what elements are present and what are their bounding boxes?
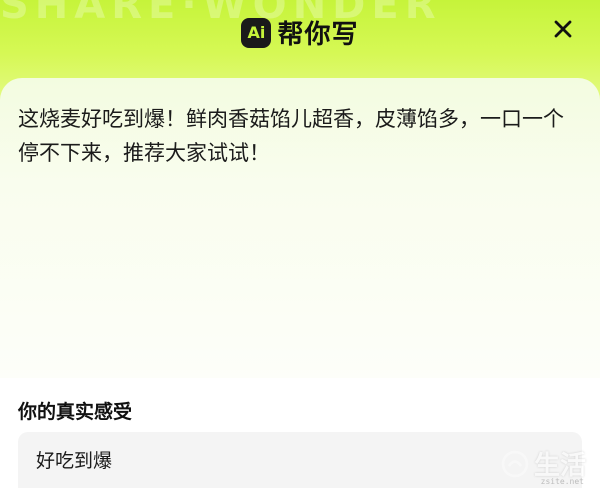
feeling-input[interactable]: 好吃到爆 (18, 432, 582, 488)
brand-logo-icon (501, 450, 529, 477)
brand-url: zsite.net (540, 477, 584, 486)
close-icon (554, 20, 572, 38)
close-button[interactable] (550, 16, 576, 42)
dialog-title-text: 帮你写 (277, 20, 359, 50)
dialog-title: Ai 帮你写 (0, 14, 600, 51)
feeling-label: 你的真实感受 (18, 401, 133, 423)
ai-icon: Ai (241, 17, 272, 48)
generated-text[interactable]: 这烧麦好吃到爆！鲜肉香菇馅儿超香，皮薄馅多，一口一个停不下来，推荐大家试试！ (18, 102, 583, 170)
dialog-header: Ai 帮你写 (0, 0, 600, 70)
feeling-input-value: 好吃到爆 (36, 450, 113, 472)
